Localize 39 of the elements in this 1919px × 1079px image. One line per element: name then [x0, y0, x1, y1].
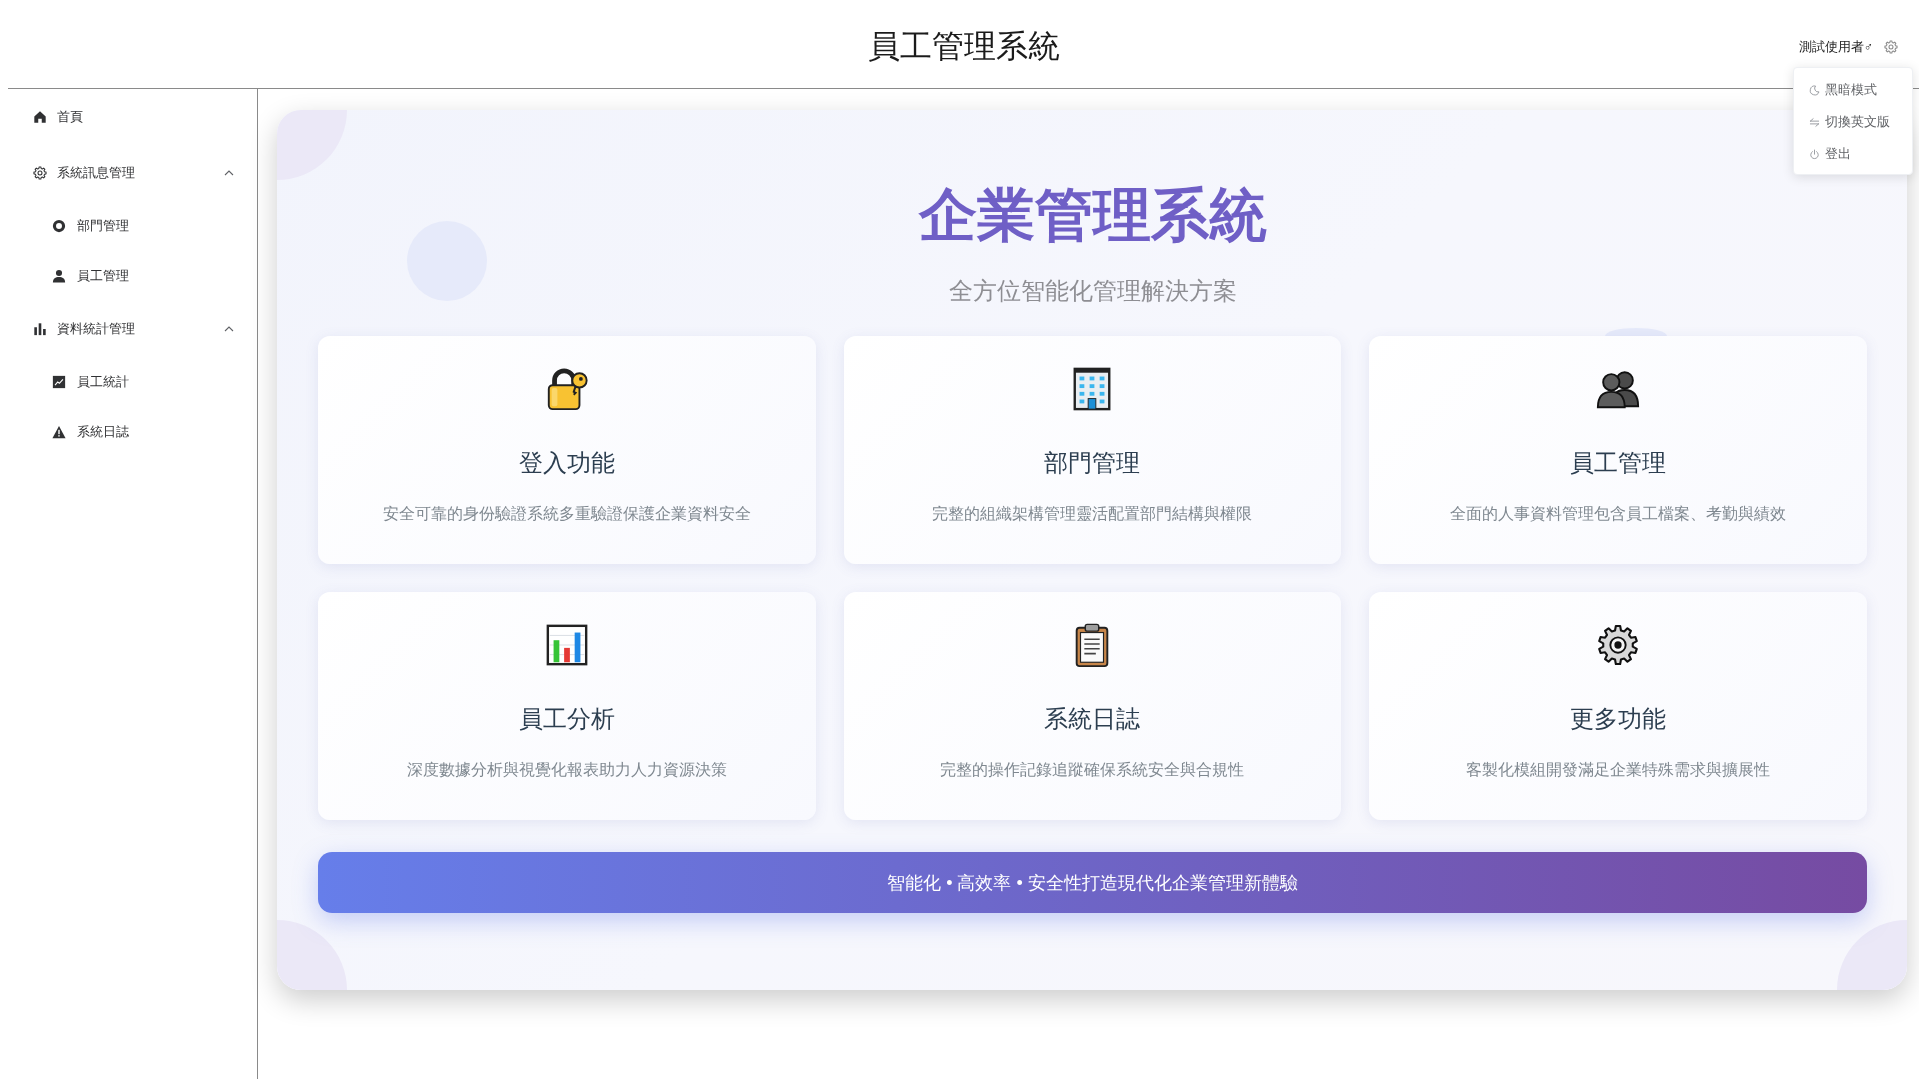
card-description: 完整的組織架構管理靈活配置部門結構與權限 — [932, 504, 1253, 524]
card-description: 深度數據分析與視覺化報表助力人力資源決策 — [406, 760, 727, 780]
gear-icon — [33, 166, 47, 180]
sidebar-item[interactable]: 員工管理 — [0, 251, 257, 301]
tagline-banner: 智能化 • 高效率 • 安全性打造現代化企業管理新體驗 — [318, 852, 1867, 913]
hero-subtitle: 全方位智能化管理解決方案 — [947, 277, 1238, 306]
card-description: 完整的操作記錄追蹤確保系統安全與合規性 — [940, 760, 1245, 780]
card-title: 登入功能 — [518, 449, 615, 478]
card-description: 安全可靠的身份驗證系統多重驗證保護企業資料安全 — [382, 504, 751, 524]
sidebar-item[interactable]: 部門管理 — [0, 201, 257, 251]
bar-chart-icon — [33, 322, 47, 336]
settings-icon[interactable] — [1884, 40, 1898, 54]
warning-icon — [52, 425, 66, 439]
decorative-circle — [1837, 920, 1907, 990]
person-icon — [52, 269, 66, 283]
user-name: 測試使用者♂ — [1798, 38, 1873, 56]
page-title: 員工管理系統 — [867, 27, 1060, 66]
home-icon — [33, 110, 47, 124]
sidebar-item[interactable]: 員工統計 — [0, 357, 257, 407]
sidebar-item[interactable]: 系統訊息管理 — [0, 145, 257, 201]
hero-title: 企業管理系統 — [917, 182, 1268, 250]
sidebar-item[interactable]: 首頁 — [0, 89, 257, 145]
line-chart-icon — [52, 375, 66, 389]
card-description: 客製化模組開發滿足企業特殊需求與擴展性 — [1466, 760, 1771, 780]
swap-arrows-icon — [1809, 116, 1820, 128]
menu-item[interactable]: 切換英文版 — [1794, 106, 1912, 138]
menu-item[interactable]: 登出 — [1794, 138, 1912, 170]
sidebar-item[interactable]: 資料統計管理 — [0, 301, 257, 357]
card-title: 部門管理 — [1044, 449, 1141, 478]
sidebar-item[interactable]: 系統日誌 — [0, 407, 257, 457]
ring-icon — [52, 219, 66, 233]
card-title: 更多功能 — [1570, 705, 1667, 734]
card-title: 系統日誌 — [1044, 705, 1141, 734]
menu-item[interactable]: 黑暗模式 — [1794, 74, 1912, 106]
card-title: 員工管理 — [1570, 449, 1667, 478]
moon-icon — [1809, 84, 1820, 96]
card-title: 員工分析 — [518, 705, 615, 734]
card-description: 全面的人事資料管理包含員工檔案、考勤與績效 — [1450, 504, 1787, 524]
power-icon — [1809, 148, 1820, 160]
